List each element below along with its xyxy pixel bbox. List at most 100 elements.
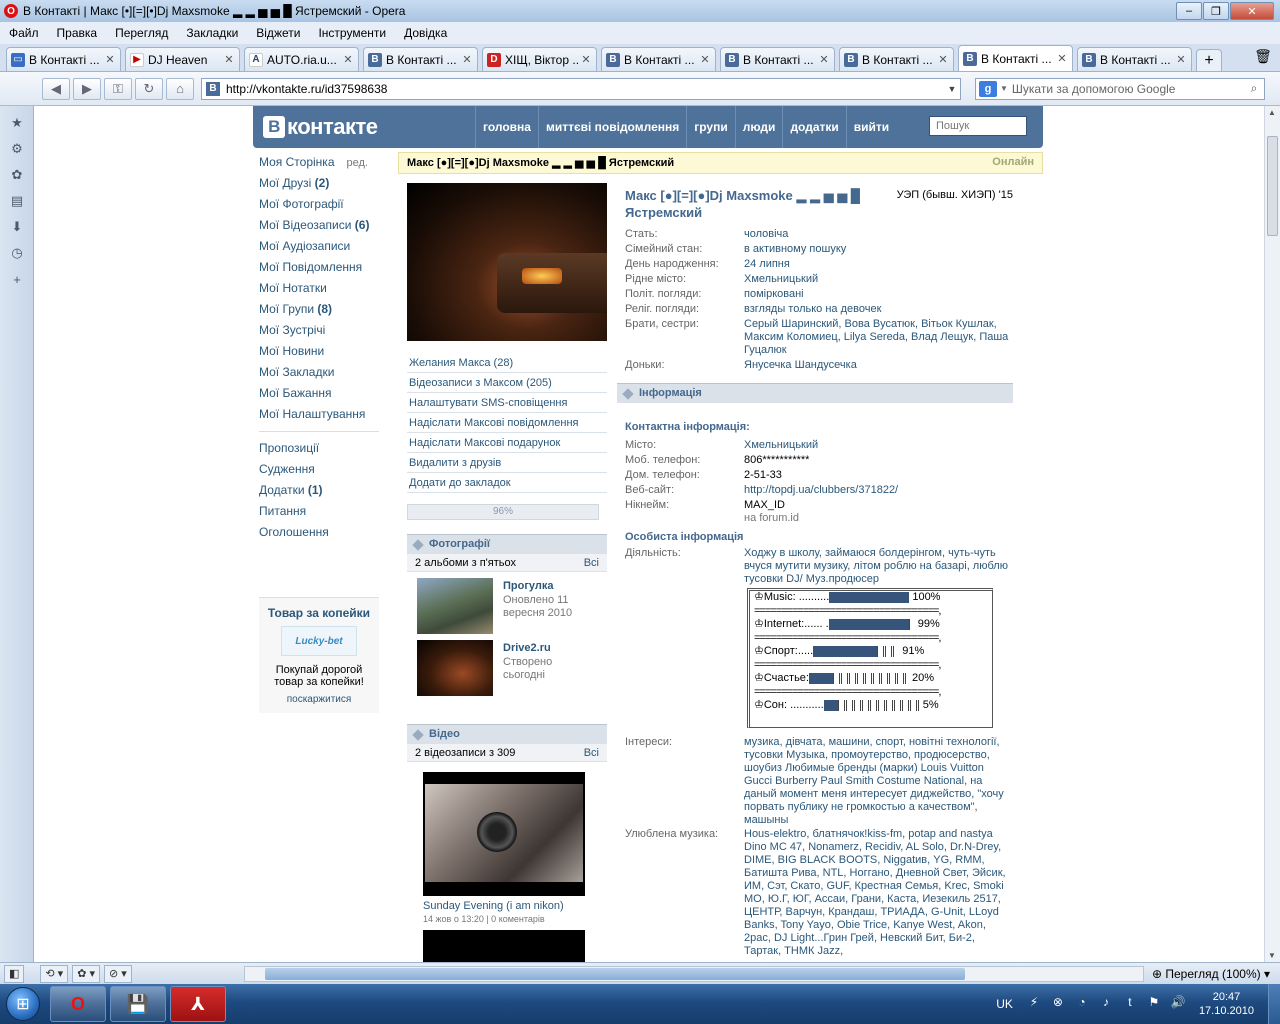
menu-ads[interactable]: Оголошення bbox=[259, 522, 379, 543]
photos-all-link[interactable]: Всі bbox=[584, 557, 599, 569]
videos-all-link[interactable]: Всі bbox=[584, 747, 599, 759]
zoom-control[interactable]: ⊕ Перегляд (100%) ▾ bbox=[1152, 965, 1270, 983]
tab-8[interactable]: BВ Контакті ... ✕ bbox=[839, 47, 954, 71]
tab-close-icon[interactable]: ✕ bbox=[1175, 53, 1187, 66]
scroll-down-icon[interactable]: ▼ bbox=[1268, 951, 1276, 960]
google-icon[interactable]: g bbox=[979, 80, 997, 97]
widgets-gear-icon[interactable]: ⚙ bbox=[8, 140, 26, 158]
trash-icon[interactable]: 🗑 bbox=[1254, 48, 1272, 68]
menu-my-news[interactable]: Мої Новини bbox=[259, 341, 379, 362]
menu-view[interactable]: Перегляд bbox=[106, 26, 177, 40]
tray-speaker-icon[interactable]: ♪ bbox=[1097, 995, 1115, 1013]
action-sms[interactable]: Налаштувати SMS-сповіщення bbox=[407, 393, 607, 413]
nav-home[interactable]: головна bbox=[475, 106, 538, 148]
bookmarks-star-icon[interactable]: ★ bbox=[8, 114, 26, 132]
tab-1[interactable]: ▭ В Контакті ... ✕ bbox=[6, 47, 121, 71]
action-add-bookmark[interactable]: Додати до закладок bbox=[407, 473, 607, 493]
menu-questions[interactable]: Питання bbox=[259, 501, 379, 522]
minimize-button[interactable]: – bbox=[1176, 2, 1202, 20]
album-item[interactable]: Drive2.ru Створено сьогодні bbox=[417, 640, 597, 698]
taskbar-pdf-app[interactable]: ⅄ bbox=[170, 986, 226, 1022]
menu-my-events[interactable]: Мої Зустрічі bbox=[259, 320, 379, 341]
tray-network-icon[interactable]: ◔ bbox=[1073, 995, 1091, 1013]
tab-close-icon[interactable]: ✕ bbox=[818, 53, 830, 66]
scroll-up-icon[interactable]: ▲ bbox=[1268, 108, 1276, 117]
action-wishes[interactable]: Желания Макса (28) bbox=[407, 353, 607, 373]
tray-antivirus-icon[interactable]: ⊗ bbox=[1049, 995, 1067, 1013]
action-remove-friend[interactable]: Видалити з друзів bbox=[407, 453, 607, 473]
tab-4[interactable]: BВ Контакті ... ✕ bbox=[363, 47, 478, 71]
tab-6[interactable]: BВ Контакті ... ✕ bbox=[601, 47, 716, 71]
videos-header[interactable]: Відео bbox=[407, 724, 607, 744]
sync-icon[interactable]: ⟲ ▾ bbox=[40, 964, 69, 983]
menu-my-videos[interactable]: Мої Відеозаписи (6) bbox=[259, 215, 379, 236]
tray-t-icon[interactable]: t bbox=[1121, 995, 1139, 1013]
edit-link[interactable]: ред. bbox=[347, 157, 368, 169]
video-thumb[interactable] bbox=[423, 772, 585, 896]
action-send-message[interactable]: Надіслати Максові повідомлення bbox=[407, 413, 607, 433]
tab-9-active[interactable]: BВ Контакті ... ✕ bbox=[958, 45, 1073, 71]
search-field[interactable]: g ▼ Шукати за допомогою Google ⌕ bbox=[975, 77, 1265, 100]
address-url[interactable]: http://vkontakte.ru/id37598638 bbox=[226, 82, 944, 96]
nav-apps[interactable]: додатки bbox=[782, 106, 845, 148]
report-link[interactable]: поскаржитися bbox=[263, 694, 375, 705]
taskbar-opera[interactable]: O bbox=[50, 986, 106, 1022]
reload-button[interactable]: ↻ bbox=[135, 77, 163, 100]
panel-toggle-icon[interactable]: ◧ bbox=[4, 964, 25, 983]
notes-icon[interactable]: ▤ bbox=[8, 192, 26, 210]
menu-my-audio[interactable]: Мої Аудіозаписи bbox=[259, 236, 379, 257]
tab-close-icon[interactable]: ✕ bbox=[223, 53, 235, 66]
search-icon[interactable]: ⌕ bbox=[1244, 81, 1264, 96]
language-indicator[interactable]: UK bbox=[996, 997, 1013, 1011]
menu-my-photos[interactable]: Мої Фотографії bbox=[259, 194, 379, 215]
tab-5[interactable]: D ХІЩ, Віктор ... ✕ bbox=[482, 47, 597, 71]
new-tab-button[interactable]: + bbox=[1196, 49, 1222, 71]
vk-search-input[interactable]: Пошук bbox=[929, 116, 1027, 136]
menu-offers[interactable]: Пропозиції bbox=[259, 438, 379, 459]
lucky-bet-logo[interactable]: Lucky-bet bbox=[281, 626, 357, 656]
downloads-icon[interactable]: ⬇ bbox=[8, 218, 26, 236]
menu-my-page[interactable]: Моя Сторінка ред. bbox=[259, 152, 379, 173]
menu-my-bookmarks[interactable]: Мої Закладки bbox=[259, 362, 379, 383]
chevron-down-icon[interactable]: ▼ bbox=[944, 84, 960, 94]
nav-people[interactable]: люди bbox=[734, 106, 783, 148]
tab-close-icon[interactable]: ✕ bbox=[1056, 52, 1068, 65]
promo-title[interactable]: Товар за копейки bbox=[263, 606, 375, 620]
menu-my-groups[interactable]: Мої Групи (8) bbox=[259, 299, 379, 320]
menu-bookmarks[interactable]: Закладки bbox=[177, 26, 247, 40]
university[interactable]: УЭП (бывш. ХИЭП) '15 bbox=[897, 189, 1013, 201]
chevron-down-icon[interactable]: ▼ bbox=[1000, 84, 1008, 93]
clock[interactable]: 20:47 17.10.2010 bbox=[1199, 990, 1254, 1018]
start-button[interactable]: ⊞ bbox=[0, 984, 46, 1024]
add-panel-icon[interactable]: + bbox=[8, 270, 26, 288]
action-send-gift[interactable]: Надіслати Максові подарунок bbox=[407, 433, 607, 453]
forward-button[interactable]: ▶ bbox=[73, 77, 101, 100]
menu-opinions[interactable]: Судження bbox=[259, 459, 379, 480]
home-button[interactable]: ⌂ bbox=[166, 77, 194, 100]
menu-my-messages[interactable]: Мої Повідомлення bbox=[259, 257, 379, 278]
tab-3[interactable]: A AUTO.ria.u... ✕ bbox=[244, 47, 359, 71]
tab-close-icon[interactable]: ✕ bbox=[580, 53, 592, 66]
profile-photo[interactable] bbox=[407, 183, 607, 341]
tab-close-icon[interactable]: ✕ bbox=[342, 53, 354, 66]
menu-my-friends[interactable]: Мої Друзі (2) bbox=[259, 173, 379, 194]
album-thumb[interactable] bbox=[417, 640, 493, 696]
vk-logo[interactable]: Bконтакте bbox=[263, 114, 378, 140]
video-title[interactable]: Sunday Evening (i am nikon) bbox=[423, 900, 564, 912]
tab-close-icon[interactable]: ✕ bbox=[699, 53, 711, 66]
close-button[interactable]: ✕ bbox=[1230, 2, 1274, 20]
menu-tools[interactable]: Інструменти bbox=[309, 26, 395, 40]
back-button[interactable]: ◀ bbox=[42, 77, 70, 100]
tray-app-icon[interactable]: ⚡ bbox=[1025, 995, 1043, 1013]
nav-messages[interactable]: миттєві повідомлення bbox=[537, 106, 686, 148]
album-thumb[interactable] bbox=[417, 578, 493, 634]
nav-logout[interactable]: вийти bbox=[845, 106, 896, 148]
tray-volume-icon[interactable]: 🔊 bbox=[1169, 995, 1187, 1013]
tab-2[interactable]: ▶ DJ Heaven ✕ bbox=[125, 47, 240, 71]
show-desktop-button[interactable] bbox=[1268, 984, 1280, 1024]
menu-my-settings[interactable]: Мої Налаштування bbox=[259, 404, 379, 425]
search-input[interactable]: Шукати за допомогою Google bbox=[1008, 82, 1244, 96]
menu-my-wishes[interactable]: Мої Бажання bbox=[259, 383, 379, 404]
wand-key-icon[interactable]: ⚿ bbox=[104, 77, 132, 100]
vertical-scrollbar[interactable]: ▲ ▼ bbox=[1264, 106, 1280, 962]
